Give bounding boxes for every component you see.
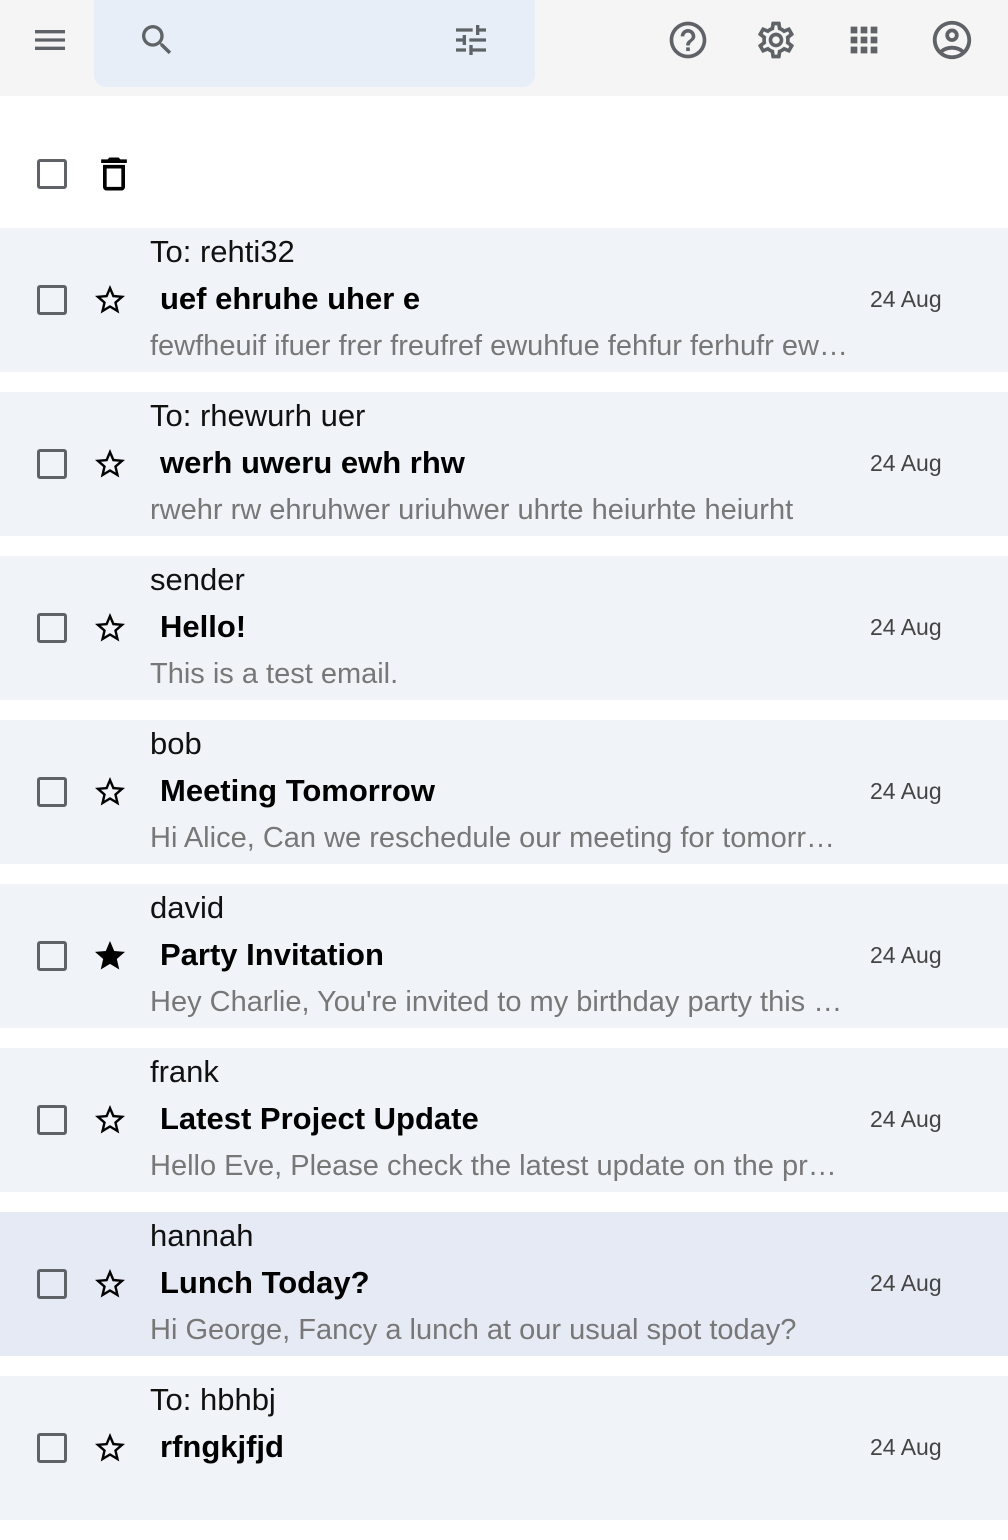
email-date: 24 Aug — [870, 1106, 942, 1132]
email-subject: Hello! — [160, 609, 247, 644]
trash-icon[interactable] — [86, 146, 142, 202]
row-checkbox[interactable] — [37, 285, 67, 315]
email-row[interactable]: hannah Lunch Today? Hi George, Fancy a l… — [0, 1212, 1008, 1356]
star-filled-icon[interactable] — [90, 936, 130, 976]
email-subject: Latest Project Update — [160, 1101, 479, 1136]
email-date: 24 Aug — [870, 778, 942, 804]
email-list: To: rehti32 uef ehruhe uher e fewfheuif … — [0, 228, 1008, 1540]
search-bar — [94, 0, 535, 87]
email-sender: To: rhewurh uer — [150, 398, 366, 433]
email-sender: bob — [150, 726, 202, 761]
gear-icon[interactable] — [748, 12, 804, 68]
email-sender: frank — [150, 1054, 219, 1089]
select-all-checkbox[interactable] — [37, 159, 67, 189]
email-snippet: Hi Alice, Can we reschedule our meeting … — [150, 822, 850, 854]
email-sender: To: hbhbj — [150, 1382, 276, 1417]
email-row[interactable]: bob Meeting Tomorrow Hi Alice, Can we re… — [0, 720, 1008, 864]
row-checkbox[interactable] — [37, 1269, 67, 1299]
email-date: 24 Aug — [870, 1270, 942, 1296]
email-snippet: Hello Eve, Please check the latest updat… — [150, 1150, 850, 1182]
email-subject: werh uweru ewh rhw — [160, 445, 465, 480]
star-outline-icon[interactable] — [90, 1264, 130, 1304]
email-row[interactable]: To: rehti32 uef ehruhe uher e fewfheuif … — [0, 228, 1008, 372]
email-date: 24 Aug — [870, 942, 942, 968]
email-sender: hannah — [150, 1218, 254, 1253]
row-checkbox[interactable] — [37, 449, 67, 479]
star-outline-icon[interactable] — [90, 444, 130, 484]
star-outline-icon[interactable] — [90, 280, 130, 320]
email-date: 24 Aug — [870, 286, 942, 312]
email-snippet: Hi George, Fancy a lunch at our usual sp… — [150, 1314, 797, 1346]
email-date: 24 Aug — [870, 1434, 942, 1460]
email-sender: To: rehti32 — [150, 234, 295, 269]
menu-icon[interactable] — [22, 12, 78, 68]
email-subject: rfngkjfjd — [160, 1429, 284, 1464]
email-snippet: fewfheuif ifuer frer freufref ewuhfue fe… — [150, 330, 850, 362]
star-outline-icon[interactable] — [90, 1100, 130, 1140]
email-row[interactable]: sender Hello! This is a test email. 24 A… — [0, 556, 1008, 700]
row-checkbox[interactable] — [37, 1433, 67, 1463]
email-snippet: This is a test email. — [150, 658, 399, 690]
email-subject: uef ehruhe uher e — [160, 281, 421, 316]
email-snippet: Hey Charlie, You're invited to my birthd… — [150, 986, 850, 1018]
star-outline-icon[interactable] — [90, 608, 130, 648]
email-date: 24 Aug — [870, 614, 942, 640]
email-row[interactable]: To: hbhbj rfngkjfjd 24 Aug — [0, 1376, 1008, 1520]
email-subject: Lunch Today? — [160, 1265, 370, 1300]
email-subject: Party Invitation — [160, 937, 384, 972]
email-date: 24 Aug — [870, 450, 942, 476]
top-app-bar — [0, 0, 1008, 96]
help-icon[interactable] — [660, 12, 716, 68]
search-icon[interactable] — [129, 12, 185, 68]
row-checkbox[interactable] — [37, 777, 67, 807]
apps-grid-icon[interactable] — [836, 12, 892, 68]
row-checkbox[interactable] — [37, 1105, 67, 1135]
star-outline-icon[interactable] — [90, 1428, 130, 1468]
email-sender: sender — [150, 562, 245, 597]
search-input[interactable] — [186, 20, 426, 64]
email-snippet: rwehr rw ehruhwer uriuhwer uhrte heiurht… — [150, 494, 794, 526]
tune-icon[interactable] — [443, 12, 499, 68]
email-row[interactable]: frank Latest Project Update Hello Eve, P… — [0, 1048, 1008, 1192]
email-subject: Meeting Tomorrow — [160, 773, 435, 808]
email-sender: david — [150, 890, 225, 925]
email-row[interactable]: To: rhewurh uer werh uweru ewh rhw rwehr… — [0, 392, 1008, 536]
star-outline-icon[interactable] — [90, 772, 130, 812]
email-row[interactable]: david Party Invitation Hey Charlie, You'… — [0, 884, 1008, 1028]
list-toolbar — [0, 96, 1008, 228]
row-checkbox[interactable] — [37, 941, 67, 971]
account-circle-icon[interactable] — [924, 12, 980, 68]
row-checkbox[interactable] — [37, 613, 67, 643]
